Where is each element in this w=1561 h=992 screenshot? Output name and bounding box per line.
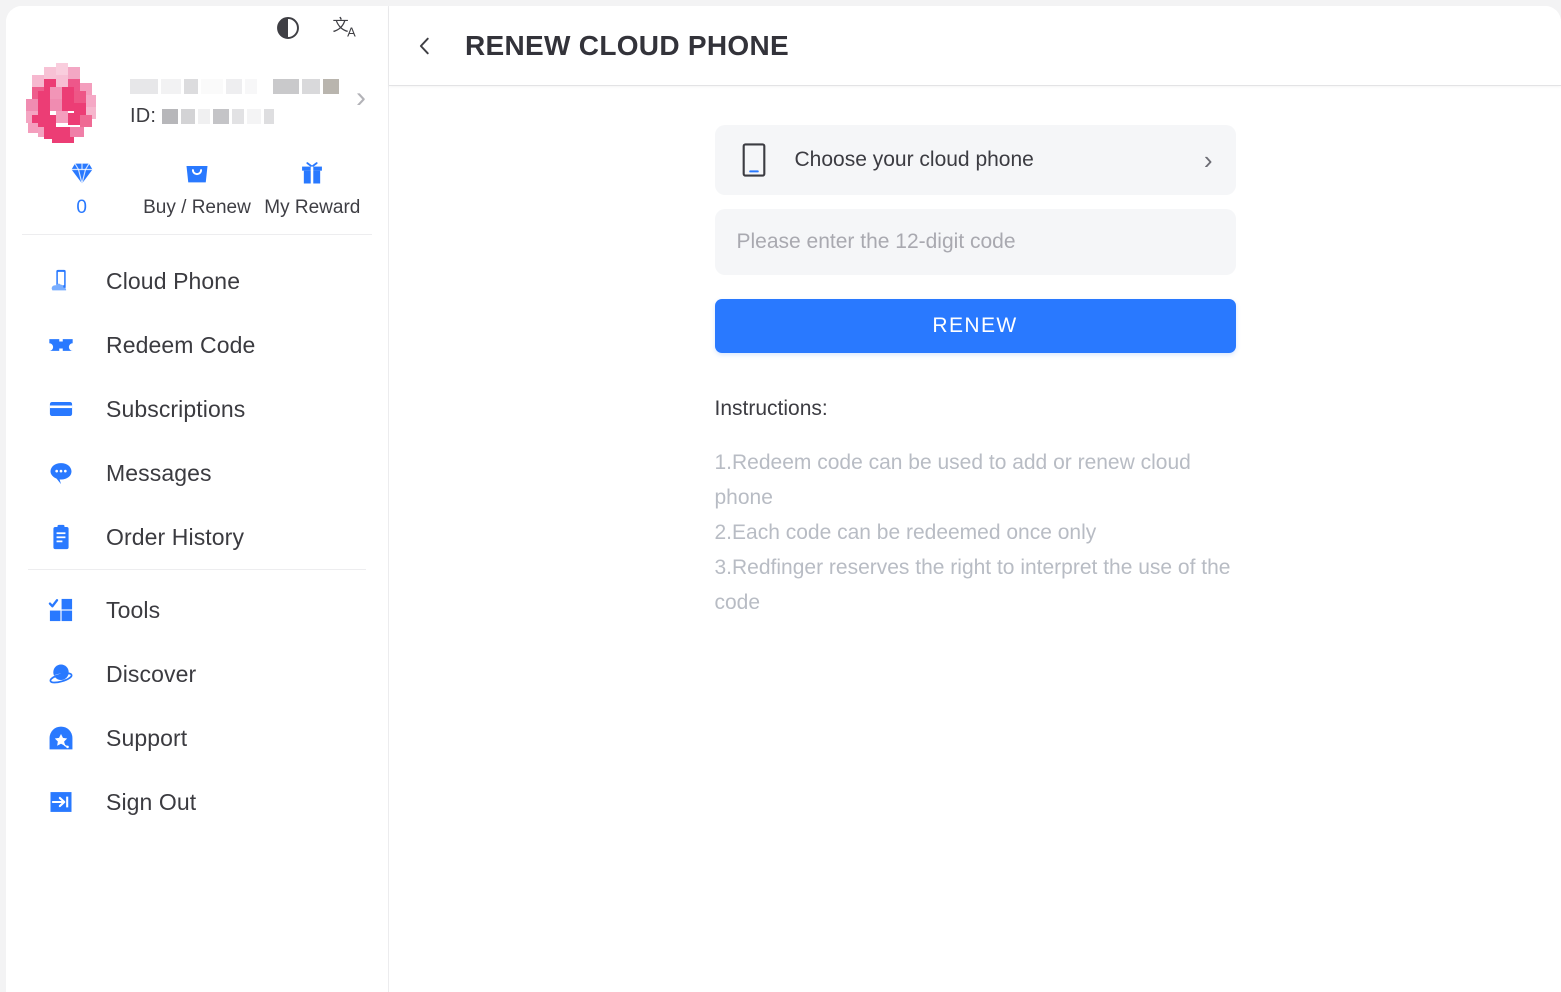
main-content: RENEW CLOUD PHONE Choose your cloud phon…: [389, 6, 1561, 992]
sidebar-item-discover-label: Discover: [106, 661, 196, 688]
renew-form: Choose your cloud phone › RENEW Instruct…: [715, 125, 1236, 620]
instruction-item: 1.Redeem code can be used to add or rene…: [715, 445, 1236, 515]
chevron-right-icon[interactable]: ›: [356, 83, 366, 117]
quick-action-buy-renew[interactable]: Buy / Renew: [139, 158, 254, 234]
sign-out-icon: [46, 787, 76, 817]
theme-toggle-icon[interactable]: [274, 14, 302, 42]
quick-actions: 0 Buy / Renew: [6, 142, 388, 234]
quick-action-my-reward[interactable]: My Reward: [255, 158, 370, 234]
sidebar-item-sign-out-label: Sign Out: [106, 789, 196, 816]
avatar: [22, 57, 108, 143]
sidebar-item-sign-out[interactable]: Sign Out: [6, 770, 388, 834]
choose-cloud-phone-selector[interactable]: Choose your cloud phone ›: [715, 125, 1236, 195]
sidebar-divider-menu: [28, 569, 366, 570]
main-body: Choose your cloud phone › RENEW Instruct…: [389, 86, 1561, 992]
profile-row[interactable]: ID: ›: [6, 50, 388, 142]
svg-text:A: A: [347, 25, 356, 40]
phone-outline-icon: [742, 143, 768, 177]
back-button[interactable]: [405, 26, 445, 66]
credit-card-icon: [46, 394, 76, 424]
choose-cloud-phone-label: Choose your cloud phone: [768, 148, 1204, 172]
grid-tools-icon: [46, 595, 76, 625]
profile-id-label: ID:: [130, 105, 156, 128]
renew-button[interactable]: RENEW: [715, 299, 1236, 353]
profile-display-name: [130, 79, 356, 95]
profile-id-line: ID:: [130, 105, 356, 128]
profile-id-value: [162, 108, 274, 124]
language-toggle-icon[interactable]: 文 A: [332, 14, 360, 42]
instructions-list: 1.Redeem code can be used to add or rene…: [715, 445, 1236, 620]
quick-action-buy-renew-label: Buy / Renew: [143, 197, 251, 219]
sidebar-item-order-history[interactable]: Order History: [6, 505, 388, 569]
sidebar-item-order-history-label: Order History: [106, 524, 244, 551]
instruction-item: 3.Redfinger reserves the right to interp…: [715, 550, 1236, 620]
sidebar-item-messages-label: Messages: [106, 460, 212, 487]
sidebar-item-discover[interactable]: Discover: [6, 642, 388, 706]
instructions-title: Instructions:: [715, 397, 1236, 421]
instruction-item: 2.Each code can be redeemed once only: [715, 515, 1236, 550]
app-window: 文 A: [6, 6, 1561, 992]
profile-info: ID:: [108, 73, 356, 128]
cloud-phone-icon: [46, 266, 76, 296]
sidebar: 文 A: [6, 6, 389, 992]
sidebar-item-messages[interactable]: Messages: [6, 441, 388, 505]
diamond-icon: [68, 158, 96, 188]
chat-bubble-icon: [46, 458, 76, 488]
shopping-bag-icon: [183, 158, 211, 188]
page-title: RENEW CLOUD PHONE: [465, 30, 789, 62]
headset-support-icon: [46, 723, 76, 753]
sidebar-topbar: 文 A: [6, 6, 388, 50]
sidebar-item-support-label: Support: [106, 725, 187, 752]
quick-action-my-reward-label: My Reward: [264, 197, 360, 219]
sidebar-item-redeem-code-label: Redeem Code: [106, 332, 255, 359]
sidebar-item-tools[interactable]: Tools: [6, 578, 388, 642]
sidebar-menu: Cloud Phone Redeem Code: [6, 235, 388, 834]
sidebar-item-subscriptions[interactable]: Subscriptions: [6, 377, 388, 441]
sidebar-item-redeem-code[interactable]: Redeem Code: [6, 313, 388, 377]
clipboard-icon: [46, 522, 76, 552]
main-header: RENEW CLOUD PHONE: [389, 6, 1561, 86]
sidebar-item-cloud-phone[interactable]: Cloud Phone: [6, 249, 388, 313]
redeem-code-input[interactable]: [715, 209, 1236, 275]
sidebar-item-support[interactable]: Support: [6, 706, 388, 770]
gift-icon: [298, 158, 326, 188]
sidebar-item-subscriptions-label: Subscriptions: [106, 396, 245, 423]
ticket-icon: [46, 330, 76, 360]
quick-action-diamond-label: 0: [76, 197, 87, 219]
chevron-right-icon: ›: [1204, 147, 1213, 173]
planet-icon: [46, 659, 76, 689]
sidebar-item-cloud-phone-label: Cloud Phone: [106, 268, 240, 295]
sidebar-item-tools-label: Tools: [106, 597, 160, 624]
quick-action-diamond[interactable]: 0: [24, 158, 139, 234]
